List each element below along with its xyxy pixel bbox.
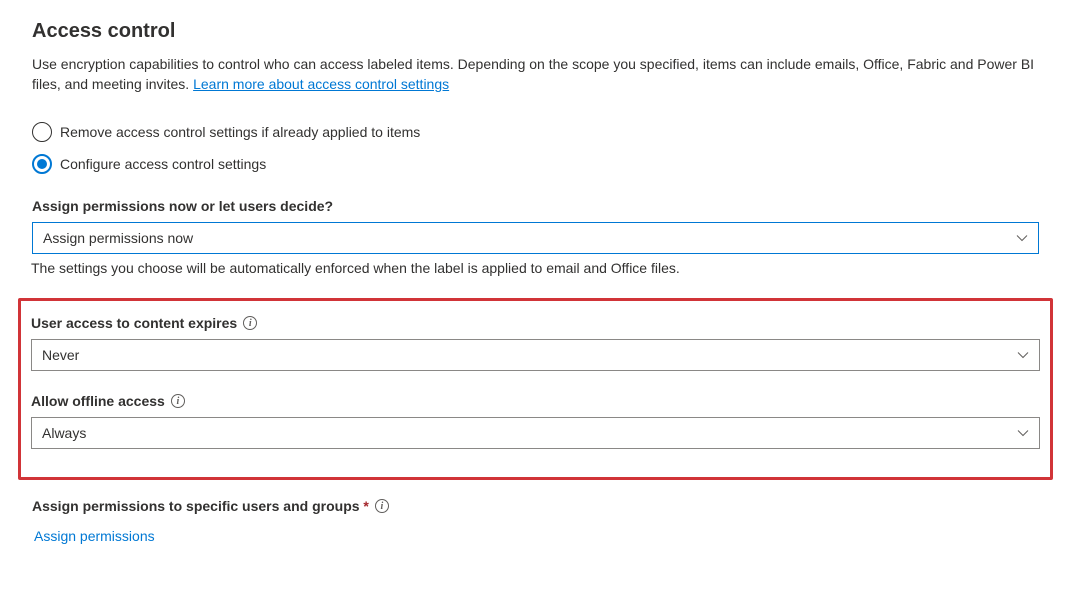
radio-remove-settings[interactable]: Remove access control settings if alread…: [32, 122, 1039, 142]
info-icon[interactable]: i: [375, 499, 389, 513]
required-indicator: *: [363, 498, 368, 514]
offline-value: Always: [42, 425, 86, 441]
description-text: Use encryption capabilities to control w…: [32, 56, 1034, 92]
offline-access-field: Allow offline access i Always: [31, 393, 1040, 449]
radio-configure-label: Configure access control settings: [60, 156, 266, 172]
expires-label: User access to content expires: [31, 315, 237, 331]
access-control-mode-radio-group: Remove access control settings if alread…: [32, 122, 1039, 174]
assign-mode-dropdown[interactable]: Assign permissions now: [32, 222, 1039, 254]
expires-dropdown[interactable]: Never: [31, 339, 1040, 371]
page-description: Use encryption capabilities to control w…: [32, 55, 1039, 94]
radio-selected-icon: [32, 154, 52, 174]
info-icon[interactable]: i: [171, 394, 185, 408]
chevron-down-icon: [1017, 349, 1029, 361]
highlight-annotation-box: User access to content expires i Never A…: [18, 298, 1053, 480]
radio-configure-settings[interactable]: Configure access control settings: [32, 154, 1039, 174]
assign-permissions-link[interactable]: Assign permissions: [32, 522, 157, 550]
chevron-down-icon: [1017, 427, 1029, 439]
offline-dropdown[interactable]: Always: [31, 417, 1040, 449]
assign-specific-field: Assign permissions to specific users and…: [32, 498, 1039, 550]
content-expires-field: User access to content expires i Never: [31, 315, 1040, 371]
radio-remove-label: Remove access control settings if alread…: [60, 124, 420, 140]
assign-mode-helper: The settings you choose will be automati…: [31, 260, 1039, 276]
learn-more-link[interactable]: Learn more about access control settings: [193, 76, 449, 92]
info-icon[interactable]: i: [243, 316, 257, 330]
page-title: Access control: [32, 20, 1039, 43]
offline-label: Allow offline access: [31, 393, 165, 409]
radio-unselected-icon: [32, 122, 52, 142]
assign-permissions-mode-field: Assign permissions now or let users deci…: [32, 198, 1039, 276]
assign-mode-label: Assign permissions now or let users deci…: [32, 198, 1039, 214]
chevron-down-icon: [1016, 232, 1028, 244]
assign-mode-value: Assign permissions now: [43, 230, 193, 246]
expires-value: Never: [42, 347, 79, 363]
specific-label: Assign permissions to specific users and…: [32, 498, 360, 514]
